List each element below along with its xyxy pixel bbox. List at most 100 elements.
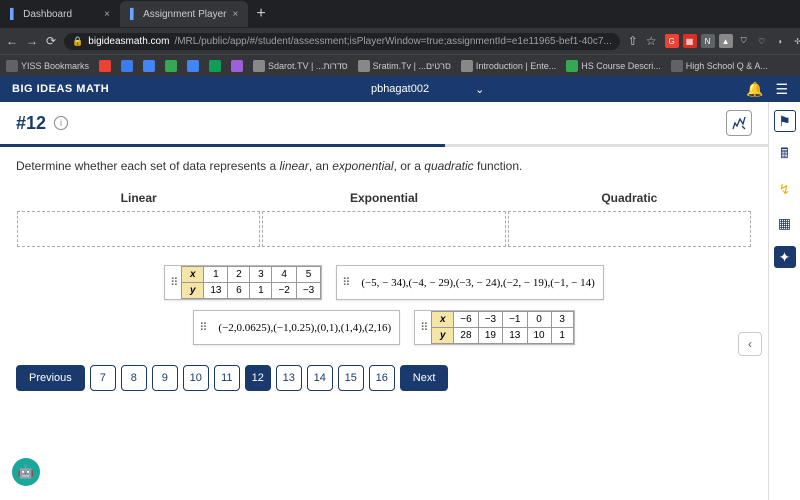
page-button[interactable]: 16 xyxy=(369,365,395,391)
help-fab[interactable]: 🤖 xyxy=(12,458,40,486)
drop-zone-exponential[interactable] xyxy=(262,211,505,247)
bookmark-item[interactable] xyxy=(209,60,221,72)
info-icon[interactable]: i xyxy=(54,116,68,130)
collapse-sidebar-button[interactable]: ‹ xyxy=(738,332,762,356)
bookmark-icon xyxy=(99,60,111,72)
extension-icon[interactable]: ▲ xyxy=(719,34,733,48)
main-area: #12 i Determine whether each set of data… xyxy=(0,102,768,500)
back-icon[interactable]: ← xyxy=(6,34,18,48)
close-icon[interactable]: × xyxy=(232,9,238,20)
draggable-coords-2[interactable]: ⠿ (−2,0.0625),(−1,0.25),(0,1),(1,4),(2,1… xyxy=(193,310,400,345)
bookmark-icon xyxy=(358,60,370,72)
page-button[interactable]: 8 xyxy=(121,365,147,391)
bookmark-item[interactable]: Sdarot.TV | ...סדרות xyxy=(253,60,348,72)
bookmark-item[interactable]: HS Course Descri... xyxy=(566,60,661,72)
page-button[interactable]: 13 xyxy=(276,365,302,391)
extension-icon[interactable]: ♡ xyxy=(755,34,769,48)
forward-icon[interactable]: → xyxy=(26,34,38,48)
tab-assignment[interactable]: ▌ Assignment Player × xyxy=(120,1,248,27)
data-table: x −6−3−103 y 281913101 xyxy=(431,311,573,344)
close-icon[interactable]: × xyxy=(104,9,110,20)
bookmark-item[interactable]: Introduction | Ente... xyxy=(461,60,556,72)
draggable-table-2[interactable]: ⠿ x −6−3−103 y 281913101 xyxy=(414,310,574,345)
bookmark-icon xyxy=(209,60,221,72)
bookmark-item[interactable] xyxy=(231,60,243,72)
page-button[interactable]: 11 xyxy=(214,365,240,391)
drop-zone-quadratic[interactable] xyxy=(508,211,751,247)
reload-icon[interactable]: ⟳ xyxy=(46,34,56,48)
bookmark-icon xyxy=(253,60,265,72)
pagination: Previous 7 8 9 10 11 12 13 14 15 16 Next xyxy=(0,355,768,401)
drop-headers: Linear Exponential Quadratic xyxy=(0,185,768,211)
question-number: #12 xyxy=(16,113,46,134)
bookmark-item[interactable] xyxy=(187,60,199,72)
page-button[interactable]: 7 xyxy=(90,365,116,391)
extensions: G ▦ N ▲ ⛉ ♡ ◑ ✢ ✦ ◻ ● xyxy=(665,34,800,48)
page-button[interactable]: 14 xyxy=(307,365,333,391)
page-button[interactable]: 9 xyxy=(152,365,178,391)
menu-icon[interactable]: ☰ xyxy=(775,81,788,98)
bell-icon[interactable]: 🔔 xyxy=(746,81,763,98)
bookmark-icon xyxy=(671,60,683,72)
bookmark-item[interactable]: High School Q & A... xyxy=(671,60,768,72)
browser-tabs: ▌ Dashboard × ▌ Assignment Player × + xyxy=(0,0,800,28)
bookmark-item[interactable] xyxy=(165,60,177,72)
share-icon[interactable]: ⇧ xyxy=(628,34,638,48)
extension-icon[interactable]: G xyxy=(665,34,679,48)
draggable-table-1[interactable]: ⠿ x 12345 y 1361−2−3 xyxy=(164,265,322,300)
scratchpad-button[interactable] xyxy=(726,110,752,136)
new-tab-button[interactable]: + xyxy=(248,5,273,23)
bookmark-icon xyxy=(143,60,155,72)
highlighter-button[interactable]: ↯ xyxy=(774,178,796,200)
next-button[interactable]: Next xyxy=(400,365,449,391)
tab-favicon: ▌ xyxy=(130,9,137,20)
bookmark-item[interactable]: YISS Bookmarks xyxy=(6,60,89,72)
content: #12 i Determine whether each set of data… xyxy=(0,102,800,500)
accessibility-button[interactable]: ✦ xyxy=(774,246,796,268)
bookmark-item[interactable]: Sratim.Tv | ...סרטים xyxy=(358,60,451,72)
user-selector[interactable]: pbhagat002 ⌄ xyxy=(371,83,484,96)
bookmark-icon xyxy=(461,60,473,72)
extension-icon[interactable]: ▦ xyxy=(683,34,697,48)
drop-zone-linear[interactable] xyxy=(17,211,260,247)
tab-dashboard[interactable]: ▌ Dashboard × xyxy=(0,1,120,27)
grip-icon: ⠿ xyxy=(165,276,181,289)
grip-icon: ⠿ xyxy=(337,276,353,289)
bookmark-icon xyxy=(566,60,578,72)
bookmark-item[interactable] xyxy=(121,60,133,72)
url-path: /MRL/public/app/#/student/assessment;isP… xyxy=(174,36,611,47)
extension-icon[interactable]: ✢ xyxy=(791,34,800,48)
tab-title: Dashboard xyxy=(23,9,72,20)
previous-button[interactable]: Previous xyxy=(16,365,85,391)
url-bar[interactable]: 🔒 bigideasmath.com /MRL/public/app/#/stu… xyxy=(64,33,620,50)
pencil-graph-icon xyxy=(731,115,747,131)
extension-icon[interactable]: ⛉ xyxy=(737,34,751,48)
bookmark-icon xyxy=(165,60,177,72)
grip-icon: ⠿ xyxy=(415,321,431,334)
question-prompt: Determine whether each set of data repre… xyxy=(0,147,768,185)
drop-header-linear: Linear xyxy=(16,185,261,211)
extension-icon[interactable]: ◑ xyxy=(773,34,787,48)
drop-header-quadratic: Quadratic xyxy=(507,185,752,211)
tab-favicon: ▌ xyxy=(10,9,17,20)
star-icon[interactable]: ☆ xyxy=(646,34,657,48)
bookmark-icon xyxy=(187,60,199,72)
page-button[interactable]: 15 xyxy=(338,365,364,391)
app-header: BIG IDEAS MATH pbhagat002 ⌄ 🔔 ☰ xyxy=(0,76,800,102)
bookmark-item[interactable] xyxy=(143,60,155,72)
page-button[interactable]: 10 xyxy=(183,365,209,391)
extension-icon[interactable]: N xyxy=(701,34,715,48)
page-button-current[interactable]: 12 xyxy=(245,365,271,391)
bookmark-icon xyxy=(121,60,133,72)
chevron-down-icon: ⌄ xyxy=(475,83,484,96)
grip-icon: ⠿ xyxy=(194,321,210,334)
calculator-button[interactable]: 🖩 xyxy=(774,144,796,166)
draggable-coords-1[interactable]: ⠿ (−5, − 34),(−4, − 29),(−3, − 24),(−2, … xyxy=(336,265,603,300)
chevron-left-icon: ‹ xyxy=(748,337,752,351)
flag-button[interactable]: ⚑ xyxy=(774,110,796,132)
tab-title: Assignment Player xyxy=(143,9,226,20)
coord-text: (−5, − 34),(−4, − 29),(−3, − 24),(−2, − … xyxy=(353,273,602,293)
coord-text: (−2,0.0625),(−1,0.25),(0,1),(1,4),(2,16) xyxy=(210,318,399,338)
calendar-button[interactable]: ▦ xyxy=(774,212,796,234)
bookmark-item[interactable] xyxy=(99,60,111,72)
